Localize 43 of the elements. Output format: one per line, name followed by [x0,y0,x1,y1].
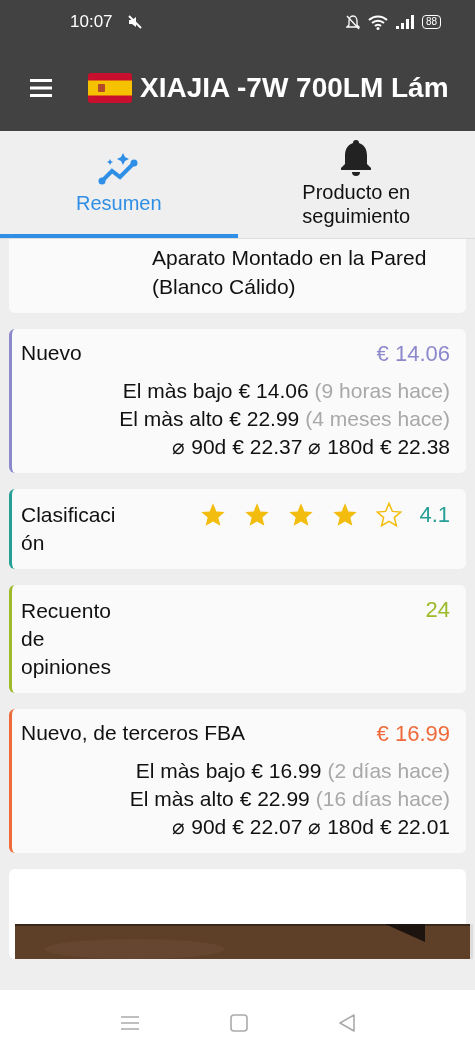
average-label: ⌀ 180d [308,814,374,840]
price-label: El màs alto [119,406,224,432]
rating-title: Clasificación [21,502,117,556]
price-title: Nuevo [21,341,82,365]
notifications-off-icon [345,14,360,30]
review-count: 24 [425,597,450,623]
back-icon[interactable] [337,1013,356,1033]
current-price: € 16.99 [376,721,450,747]
average-price: € 22.07 [232,814,303,840]
tab[interactable]: Producto en seguimiento [237,131,475,238]
price-label: El màs bajo [135,758,246,784]
signal-icon [395,15,414,29]
menu-icon[interactable] [30,78,52,97]
flag-icon [88,72,132,103]
average-price: € 22.37 [232,434,303,460]
price-value: € 16.99 [251,758,322,784]
rating-value: 4.1 [419,502,450,528]
price-title: Nuevo, de terceros FBA [21,721,246,745]
price-value: € 22.99 [239,786,310,812]
average-price: € 22.38 [379,434,450,460]
time-ago: (9 horas hace) [314,378,450,404]
average-label: ⌀ 90d [172,814,227,840]
mute-icon [126,14,143,30]
home-icon[interactable] [229,1014,248,1032]
average-label: ⌀ 180d [308,434,374,460]
product-description: Aparato Montado en la Pared (Blanco Cálido) [152,246,427,298]
time-ago: (4 meses hace) [305,406,450,432]
price-value: € 22.99 [229,406,300,432]
price-label: El màs bajo [122,378,233,404]
battery-level: 88 [421,15,441,29]
wifi-icon [367,14,388,30]
price-value: € 14.06 [238,378,309,404]
current-price: € 14.06 [376,341,450,367]
star-icon [375,501,404,529]
product-title: XIAJIA -7W 700LM Lám [140,71,449,104]
price-label: El màs alto [129,786,234,812]
time-ago: (16 días hace) [315,786,450,812]
average-price: € 22.01 [379,814,450,840]
review-count-title: Recuento de opiniones [21,598,112,680]
average-label: ⌀ 90d [172,434,227,460]
time-ago: (2 días hace) [327,758,450,784]
bell-icon [339,137,374,176]
clock: 10:07 [70,12,113,32]
